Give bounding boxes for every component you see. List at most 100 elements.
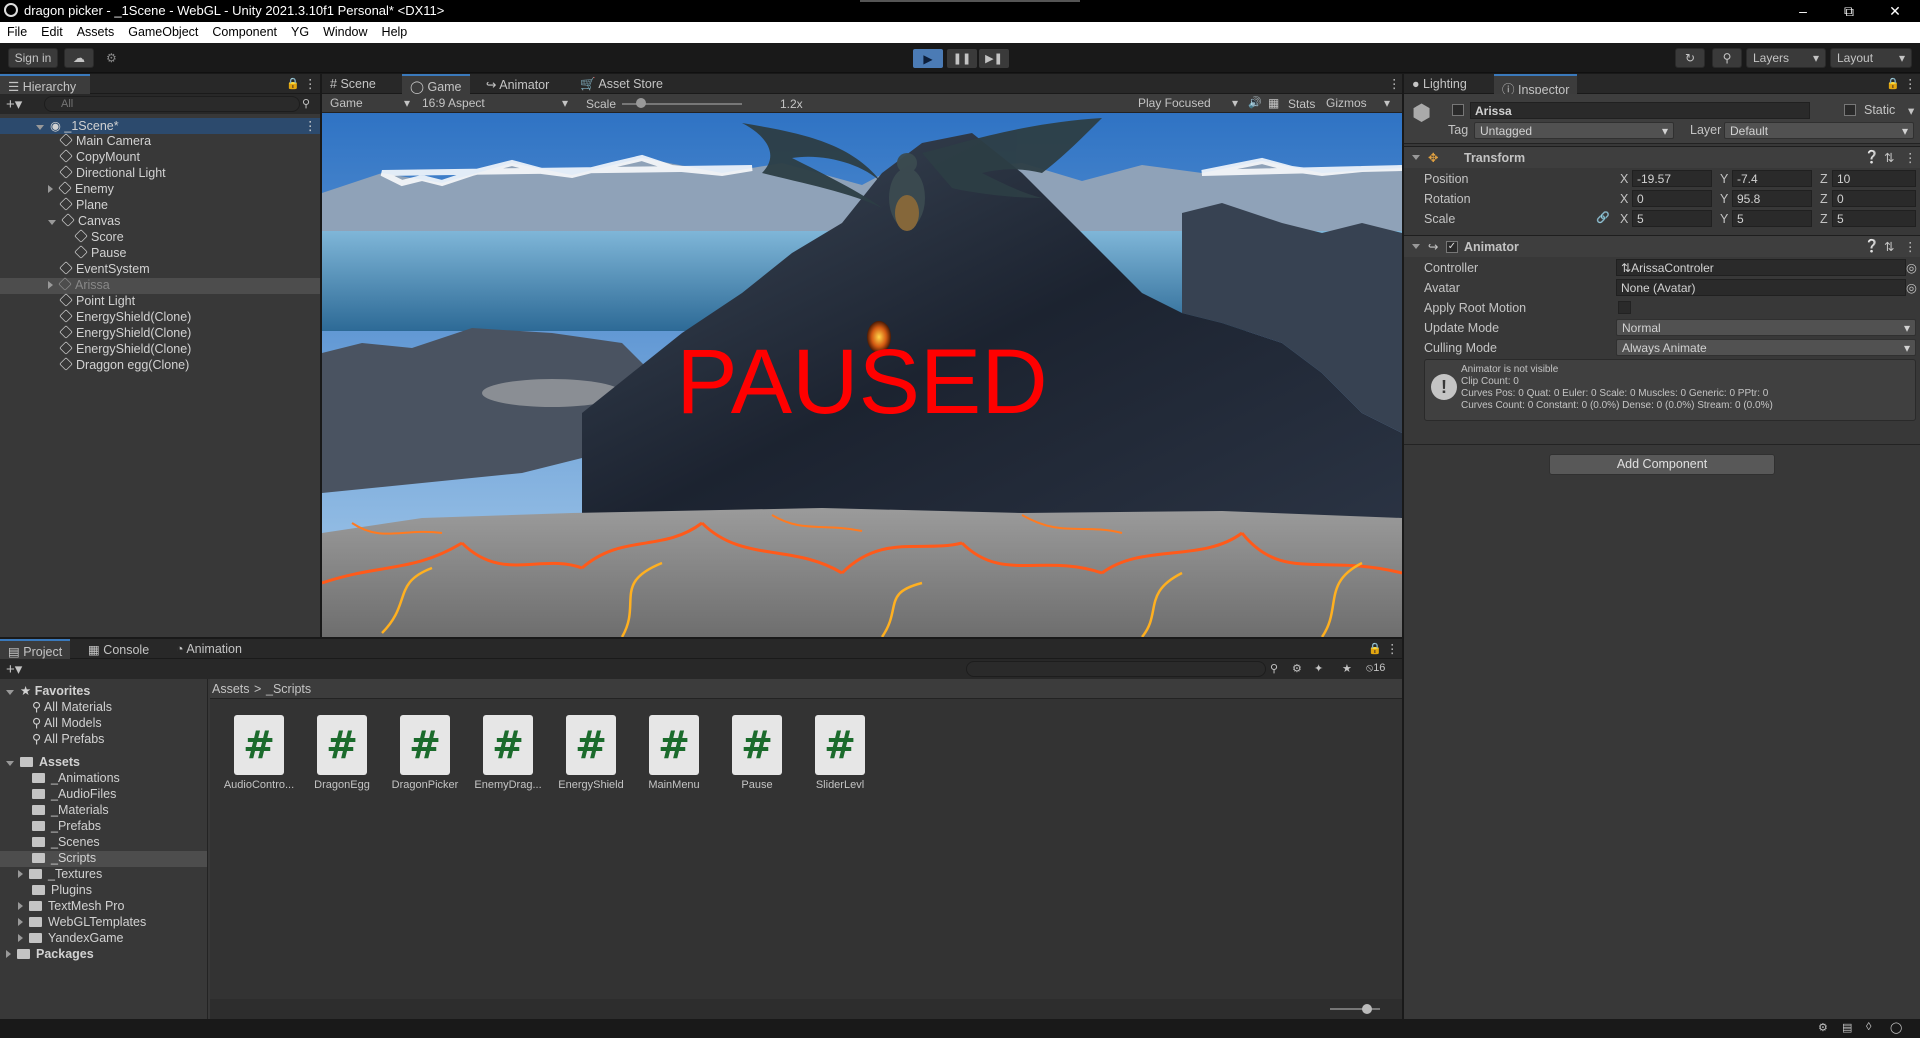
grid-icon[interactable]: ▦: [1268, 96, 1279, 110]
position-x-field[interactable]: -19.57: [1632, 170, 1712, 187]
stats-button[interactable]: Stats: [1288, 97, 1315, 111]
tab-inspector[interactable]: ⓘ Inspector: [1494, 74, 1578, 97]
scale-x-field[interactable]: 5: [1632, 210, 1712, 227]
tab-asset-store[interactable]: 🛒 Asset Store: [572, 74, 671, 94]
animator-header[interactable]: ↪ ✓ Animator ❔ ⇅ ⋮: [1404, 235, 1920, 257]
list-item[interactable]: Plane: [59, 197, 108, 212]
cloud-icon[interactable]: ☁: [64, 48, 94, 68]
controller-field[interactable]: ⇅ArissaControler: [1616, 259, 1906, 276]
presets-icon[interactable]: ⇅: [1884, 150, 1894, 165]
menu-file[interactable]: File: [0, 22, 34, 43]
script-file-icon[interactable]: #: [234, 715, 284, 775]
progress-icon[interactable]: ◯: [1890, 1021, 1902, 1034]
favorite-item[interactable]: ⚲ All Prefabs: [32, 731, 104, 746]
folder-item[interactable]: _Animations: [32, 771, 120, 785]
audio-icon[interactable]: 🔊: [1248, 96, 1262, 109]
tab-hierarchy[interactable]: ☰ Hierarchy: [0, 74, 90, 94]
tab-scene[interactable]: # Scene: [322, 74, 384, 94]
chevron-down-icon[interactable]: [6, 761, 14, 766]
aspect-dropdown[interactable]: 16:9 Aspect ▾: [418, 95, 572, 112]
hidden-packages-icon[interactable]: ⦸16: [1366, 662, 1385, 675]
zoom-slider-track[interactable]: [1330, 1008, 1380, 1010]
history-icon[interactable]: ↻: [1675, 48, 1705, 68]
chevron-right-icon[interactable]: [18, 918, 23, 926]
tab-animation[interactable]: ◔ Animation: [168, 639, 250, 659]
chevron-right-icon[interactable]: [18, 902, 23, 910]
presets-icon[interactable]: ⇅: [1884, 239, 1894, 254]
debug-icon[interactable]: ⚙: [1818, 1021, 1828, 1034]
folder-item[interactable]: TextMesh Pro: [18, 899, 124, 913]
menu-help[interactable]: Help: [375, 22, 415, 43]
play-button[interactable]: ▶: [913, 49, 943, 68]
object-picker-icon[interactable]: ◎: [1906, 260, 1917, 275]
list-item-selected[interactable]: Arissa: [0, 277, 320, 294]
folder-item[interactable]: _Scenes: [32, 835, 100, 849]
more-icon[interactable]: ⋮: [1388, 76, 1401, 91]
pause-button[interactable]: ❚❚: [947, 49, 977, 68]
more-icon[interactable]: ⋮: [1904, 76, 1917, 91]
folder-item-selected[interactable]: _Scripts: [0, 851, 207, 867]
more-icon[interactable]: ⋮: [304, 76, 317, 91]
layout-dropdown[interactable]: Layout ▾: [1830, 48, 1912, 68]
add-icon[interactable]: +▾: [6, 660, 22, 678]
script-file-icon[interactable]: #: [317, 715, 367, 775]
menu-assets[interactable]: Assets: [70, 22, 122, 43]
rotation-y-field[interactable]: 95.8: [1732, 190, 1812, 207]
close-button[interactable]: ✕: [1872, 0, 1918, 22]
link-icon[interactable]: 🔗: [1596, 211, 1610, 224]
update-mode-dropdown[interactable]: Normal ▾: [1616, 319, 1916, 336]
list-item[interactable]: Score: [74, 229, 124, 244]
list-item[interactable]: Enemy: [48, 181, 114, 196]
chevron-right-icon[interactable]: [18, 934, 23, 942]
collab-icon[interactable]: ⚙: [106, 51, 120, 65]
list-item[interactable]: CopyMount: [59, 149, 140, 164]
menu-window[interactable]: Window: [316, 22, 374, 43]
list-item[interactable]: Draggon egg(Clone): [59, 357, 189, 372]
position-z-field[interactable]: 10: [1832, 170, 1916, 187]
chevron-down-icon[interactable]: [1412, 155, 1420, 160]
static-checkbox[interactable]: [1844, 104, 1856, 116]
scene-search-icon[interactable]: ⚲: [302, 97, 310, 110]
script-file-icon[interactable]: #: [400, 715, 450, 775]
help-icon[interactable]: ❔: [1864, 150, 1880, 165]
menu-edit[interactable]: Edit: [34, 22, 70, 43]
folder-item[interactable]: WebGLTemplates: [18, 915, 146, 929]
script-file-icon[interactable]: #: [566, 715, 616, 775]
tab-game[interactable]: ◯ Game: [402, 74, 470, 94]
animator-enabled-checkbox[interactable]: ✓: [1446, 241, 1458, 253]
layer-dropdown[interactable]: Default ▾: [1724, 122, 1914, 139]
list-item[interactable]: Pause: [74, 245, 126, 260]
project-search-input[interactable]: [966, 661, 1266, 677]
menu-gameobject[interactable]: GameObject: [121, 22, 205, 43]
list-item[interactable]: Point Light: [59, 293, 135, 308]
cache-icon[interactable]: ▤: [1842, 1021, 1852, 1034]
more-icon[interactable]: ⋮: [1904, 239, 1917, 254]
rotation-x-field[interactable]: 0: [1632, 190, 1712, 207]
layers-dropdown[interactable]: Layers ▾: [1746, 48, 1826, 68]
avatar-field[interactable]: None (Avatar): [1616, 279, 1906, 296]
packages-row[interactable]: Packages: [6, 947, 94, 961]
more-icon[interactable]: ⋮: [1904, 150, 1917, 165]
restore-button[interactable]: ⧉: [1826, 0, 1872, 22]
minimize-button[interactable]: –: [1780, 0, 1826, 22]
label-icon[interactable]: ✦: [1314, 662, 1323, 675]
list-item[interactable]: Main Camera: [59, 133, 151, 148]
menu-component[interactable]: Component: [205, 22, 284, 43]
breadcrumb-item[interactable]: _Scripts: [266, 682, 311, 696]
play-focused-dropdown[interactable]: Play Focused ▾: [1134, 95, 1242, 112]
display-dropdown[interactable]: Game ▾: [326, 95, 414, 112]
search-by-type-icon[interactable]: ⚲: [1270, 662, 1278, 675]
lock-icon[interactable]: 🔒: [1368, 642, 1382, 655]
menu-yg[interactable]: YG: [284, 22, 316, 43]
script-file-icon[interactable]: #: [732, 715, 782, 775]
active-checkbox[interactable]: [1452, 104, 1464, 116]
transform-header[interactable]: ✥ Transform ❔ ⇅ ⋮: [1404, 146, 1920, 168]
list-item[interactable]: EnergyShield(Clone): [59, 341, 191, 356]
folder-item[interactable]: _Materials: [32, 803, 109, 817]
tab-lighting[interactable]: ● Lighting: [1404, 74, 1475, 94]
tab-console[interactable]: ▦ Console: [80, 639, 157, 659]
object-name-field[interactable]: Arissa: [1470, 102, 1810, 119]
folder-item[interactable]: Plugins: [32, 883, 92, 897]
more-icon[interactable]: ⋮: [304, 118, 317, 133]
bake-icon[interactable]: ◊: [1866, 1021, 1871, 1033]
